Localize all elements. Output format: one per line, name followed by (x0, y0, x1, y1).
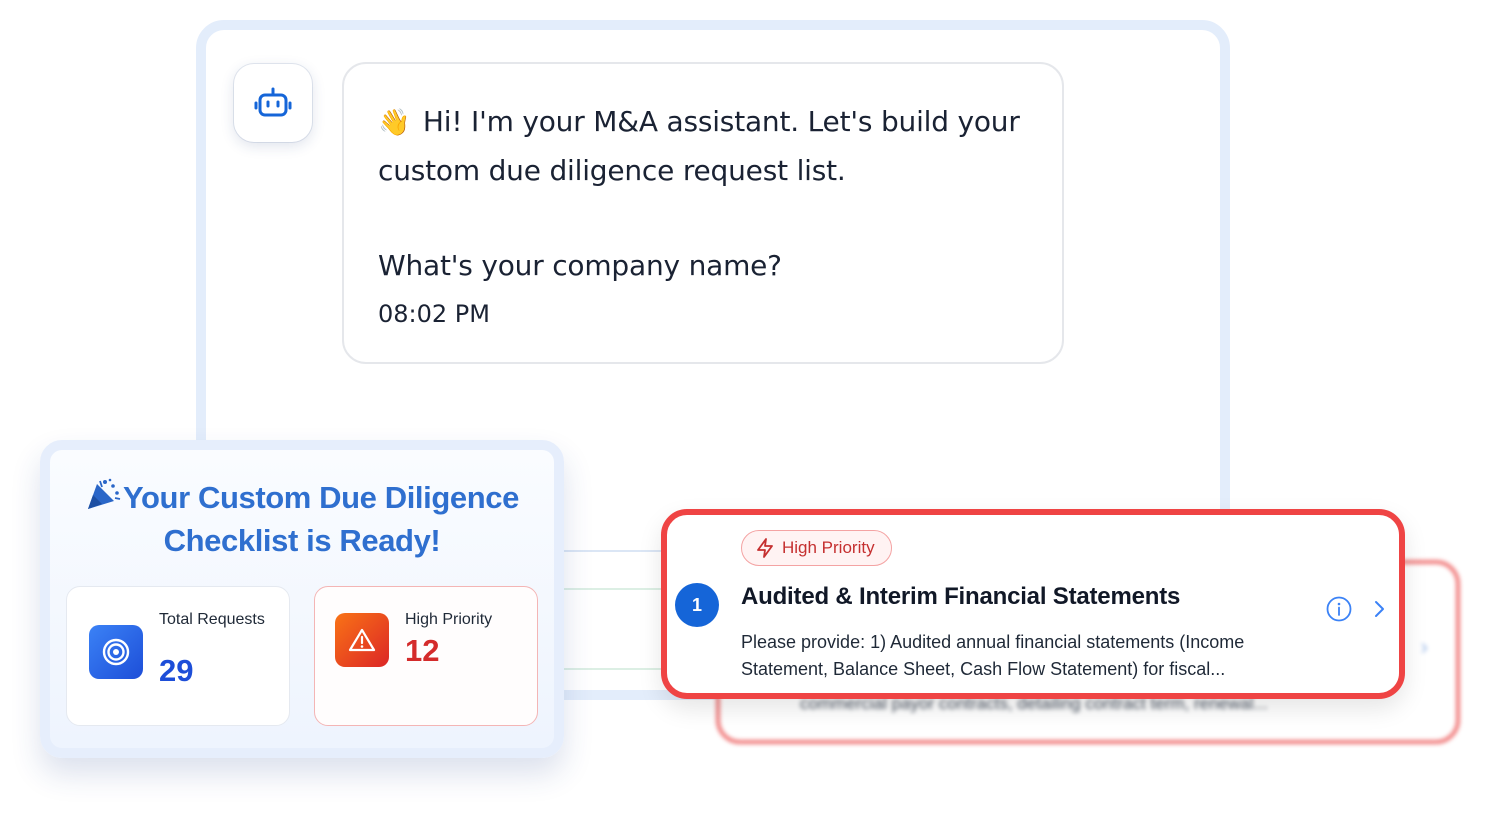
checklist-ready-card: Your Custom Due Diligence Checklist is R… (40, 440, 564, 758)
high-priority-value: 12 (405, 633, 440, 668)
robot-icon (254, 87, 292, 117)
warning-icon (335, 613, 389, 667)
request-number: 1 (675, 583, 719, 627)
target-icon (89, 625, 143, 679)
checklist-title-line-2: Checklist is Ready! (163, 523, 441, 558)
greeting-text: Hi! I'm your M&A assistant. Let's build … (422, 105, 1020, 138)
badge-label: High Priority (782, 538, 875, 557)
checklist-title: Your Custom Due Diligence Checklist is R… (50, 476, 554, 562)
request-description: Please provide: 1) Audited annual financ… (741, 632, 1245, 679)
party-popper-icon (88, 478, 121, 509)
high-priority-stat: High Priority 12 (314, 586, 538, 726)
high-priority-badge: High Priority (741, 530, 892, 566)
request-title: Audited & Interim Financial Statements (741, 583, 1181, 610)
lightning-icon (757, 538, 773, 558)
assistant-message-bubble: 👋 Hi! I'm your M&A assistant. Let's buil… (342, 62, 1064, 364)
high-priority-label: High Priority (405, 611, 493, 628)
chevron-right-icon (1375, 601, 1384, 617)
expand-button[interactable] (1367, 597, 1391, 621)
message-timestamp: 08:02 PM (378, 300, 490, 328)
stage: 👋 Hi! I'm your M&A assistant. Let's buil… (0, 0, 1500, 816)
waving-hand-icon: 👋 (378, 108, 411, 138)
greeting-line-1: 👋 Hi! I'm your M&A assistant. Let's buil… (378, 98, 1028, 147)
info-button[interactable] (1325, 595, 1353, 623)
bot-avatar (234, 64, 312, 142)
info-icon (1326, 596, 1352, 622)
greeting-line-2: custom due diligence request list. (378, 154, 846, 187)
total-requests-label: Total Requests (159, 611, 265, 628)
checklist-title-line-1: Your Custom Due Diligence (123, 480, 519, 515)
question-text: What's your company name? (378, 249, 782, 282)
chevron-right-icon: › (1420, 634, 1428, 659)
total-requests-stat: Total Requests 29 (66, 586, 290, 726)
total-requests-value: 29 (159, 653, 194, 688)
request-card[interactable]: High Priority 1 Audited & Interim Financ… (661, 509, 1405, 699)
